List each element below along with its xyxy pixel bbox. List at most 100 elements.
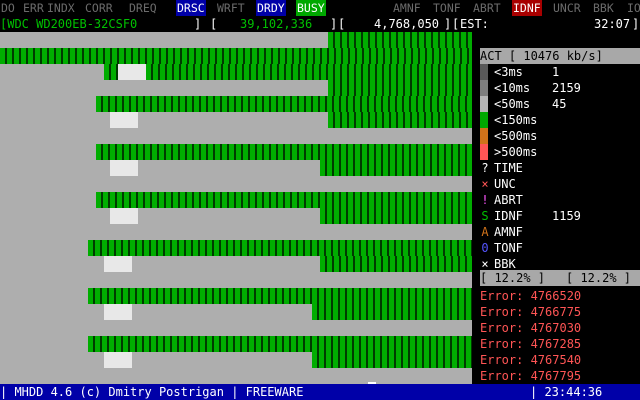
footer-bar: | MHDD 4.6 (c) Dmitry Postrigan | FREEWA… [0, 384, 640, 400]
flag-bbk: BBK [593, 1, 614, 15]
scan-block-normal [0, 272, 472, 288]
scan-block-slow [104, 256, 132, 272]
scan-block-error [320, 160, 472, 176]
scan-row [0, 272, 472, 288]
flag-amnf: AMNF [393, 1, 421, 15]
error-type-icon: A [481, 225, 489, 239]
scan-block-normal [0, 32, 328, 48]
scan-row [0, 192, 472, 208]
flag-dreq: DREQ [129, 1, 157, 15]
scan-row [0, 208, 472, 224]
scan-row [0, 80, 472, 96]
flag-idnf: IDNF [512, 0, 542, 16]
timing-legend-item: <3ms 1 [480, 64, 640, 80]
scan-row [0, 352, 472, 368]
scan-row [0, 96, 472, 112]
total-close-bracket: ] [444, 17, 452, 31]
timing-swatch [480, 64, 488, 80]
timing-swatch [480, 96, 488, 112]
error-type-tonf: 0 TONF [480, 240, 640, 256]
progress-indicator: [ 12.2% ] [ 12.2% ] [480, 270, 640, 286]
timing-label: <150ms [494, 113, 538, 127]
timing-legend-item: >500ms [480, 144, 640, 160]
timing-swatch [480, 80, 488, 96]
scan-block-normal [0, 368, 472, 384]
error-type-label: AMNF [494, 225, 523, 239]
scan-block-error [320, 256, 472, 272]
scan-row [0, 64, 472, 80]
error-type-icon: × [481, 177, 489, 191]
error-log-entry: Error: 4766520 [480, 289, 582, 303]
scan-block-normal [0, 64, 104, 80]
scan-row [0, 176, 472, 192]
error-type-label: IDNF [494, 209, 523, 223]
scan-block-slow [104, 304, 132, 320]
scan-row [0, 256, 472, 272]
scan-row [0, 224, 472, 240]
drive-model: [WDC WD200EB-32CSF0 [0, 17, 138, 31]
flag-io: IO [627, 1, 640, 15]
scan-row [0, 48, 472, 64]
flag-wrft: WRFT [217, 1, 245, 15]
drive-info-line: [WDC WD200EB-32CSF0 ] [ 39,102,336 ] [ 4… [0, 16, 640, 32]
scan-block-error [312, 304, 472, 320]
scan-row [0, 368, 472, 384]
flag-abrt: ABRT [473, 1, 501, 15]
error-type-icon: S [481, 209, 489, 223]
timing-legend-item: <10ms 2159 [480, 80, 640, 96]
scan-row [0, 304, 472, 320]
scan-block-normal [0, 160, 320, 176]
drive-model-bracket: ] [194, 17, 202, 31]
statistics-panel: ACT [ 10476 kb/s] <3ms 1 <10ms 2159 <50ms 45 <… [472, 32, 640, 384]
timing-label: >500ms [494, 145, 538, 159]
scan-block-slow [104, 352, 132, 368]
est-value: 32:07 [594, 17, 631, 31]
scan-block-error [328, 80, 472, 96]
timing-swatch [480, 144, 488, 160]
error-type-icon: ! [481, 193, 489, 207]
scan-block-slow [110, 208, 138, 224]
flag-err: ERR [23, 1, 44, 15]
scan-block-normal [0, 208, 320, 224]
scan-block-normal [0, 128, 472, 144]
timing-legend-item: <500ms [480, 128, 640, 144]
timing-label: <50ms [494, 97, 531, 111]
error-type-icon: 0 [481, 241, 489, 255]
timing-legend-item: <150ms [480, 112, 640, 128]
scan-block-normal [0, 320, 472, 336]
timing-label: <500ms [494, 129, 538, 143]
scan-block-normal [0, 80, 328, 96]
scan-row [0, 144, 472, 160]
scan-row [0, 336, 472, 352]
scan-row [0, 112, 472, 128]
error-log-entry: Error: 4767540 [480, 353, 582, 367]
flag-drsc: DRSC [176, 0, 206, 16]
error-type-label: ABRT [494, 193, 523, 207]
scan-row [0, 160, 472, 176]
error-type-abrt: ! ABRT [480, 192, 640, 208]
scan-block-normal [0, 176, 472, 192]
scan-block-error [312, 352, 472, 368]
flag-drdy: DRDY [256, 0, 286, 16]
error-type-label: TIME [494, 161, 523, 175]
progress-right: [ 12.2% ] [566, 271, 632, 285]
transfer-rate-header: ACT [ 10476 kb/s] [480, 48, 640, 64]
scan-row [0, 32, 472, 48]
lba-open-bracket: [ [210, 17, 218, 31]
timing-label: <10ms [494, 81, 531, 95]
est-label: EST: [460, 17, 489, 31]
scan-block-error [328, 112, 472, 128]
footer-credits: | MHDD 4.6 (c) Dmitry Postrigan | FREEWA… [0, 385, 304, 399]
register-status-bar: DO ERR INDX CORR DREQ DRSC WRFT DRDY BUSY AMNF TON… [0, 0, 640, 16]
est-open-bracket: [ [452, 17, 460, 31]
progress-left: [ 12.2% ] [480, 271, 546, 285]
scan-block-normal [0, 192, 96, 208]
error-type-icon: ? [481, 161, 489, 175]
scan-row [0, 288, 472, 304]
scan-block-normal [0, 96, 96, 112]
timing-count: 45 [552, 97, 567, 111]
flag-indx: INDX [47, 1, 75, 15]
total-open-bracket: [ [338, 17, 346, 31]
flag-do: DO [1, 1, 15, 15]
lba-close-bracket: ] [330, 17, 338, 31]
